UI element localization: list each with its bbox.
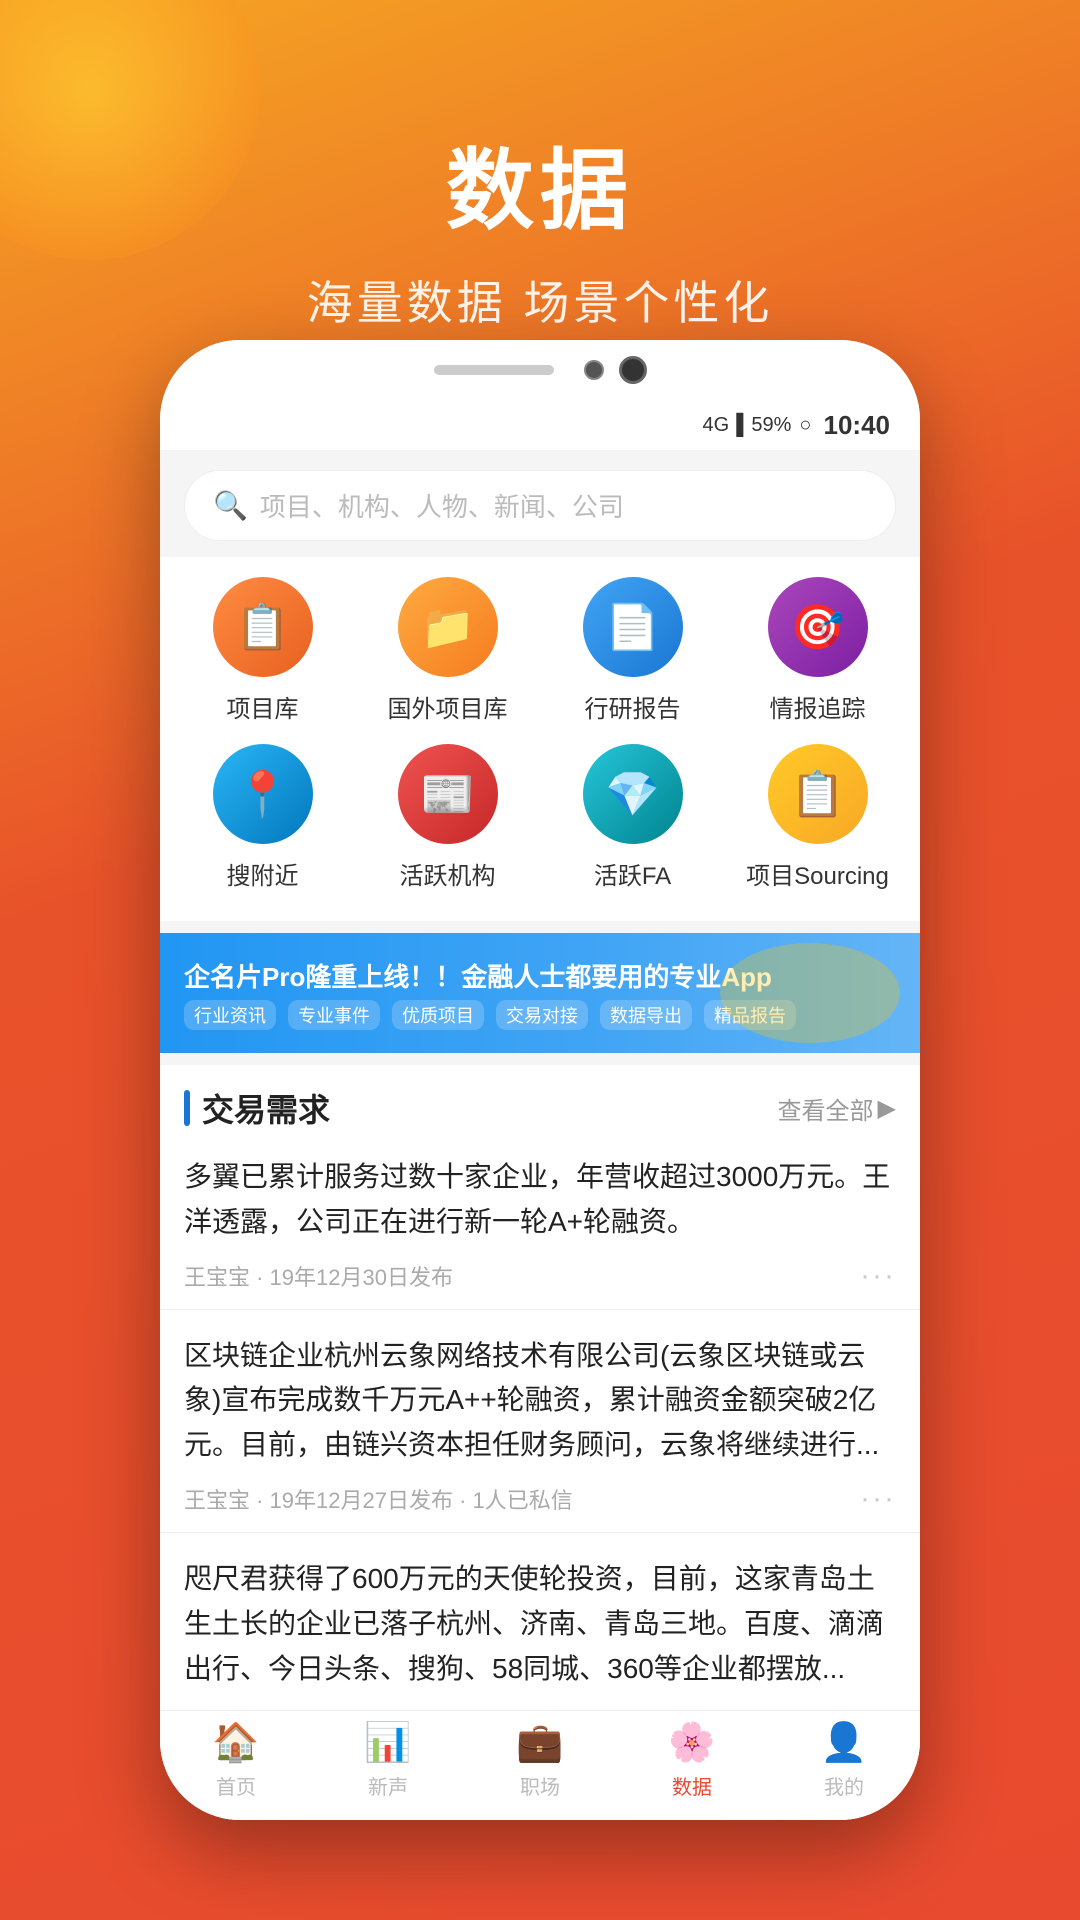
icon-item-nearby[interactable]: 📍 搜附近	[183, 744, 343, 891]
icon-circle-foreign: 📁	[398, 577, 498, 677]
icon-circle-intel: 🎯	[768, 577, 868, 677]
news-text-2: 区块链企业杭州云象网络技术有限公司(云象区块链或云象)宣布完成数千万元A++轮融…	[184, 1334, 896, 1468]
section-title: 交易需求	[202, 1085, 330, 1131]
banner-tag-1: 行业资讯	[184, 1000, 276, 1030]
home-icon: 🏠	[212, 1721, 259, 1765]
icon-item-intel[interactable]: 🎯 情报追踪	[738, 577, 898, 724]
search-bar[interactable]: 🔍 项目、机构、人物、新闻、公司	[184, 470, 896, 541]
icon-label-report: 行研报告	[585, 689, 681, 724]
icon-circle-sourcing: 📋	[768, 744, 868, 844]
news-author-2: 王宝宝 · 19年12月27日发布 · 1人已私信	[184, 1483, 573, 1515]
nav-label-home: 首页	[216, 1771, 256, 1800]
banner-decoration	[720, 943, 900, 1043]
search-placeholder: 项目、机构、人物、新闻、公司	[260, 487, 624, 524]
more-options-2[interactable]: ···	[860, 1482, 896, 1516]
section-header: 交易需求 查看全部 ▶	[160, 1065, 920, 1131]
icon-item-sourcing[interactable]: 📋 项目Sourcing	[738, 744, 898, 891]
nav-label-mine: 我的	[824, 1771, 864, 1800]
banner-tag-5: 数据导出	[600, 1000, 692, 1030]
banner-tag-3: 优质项目	[392, 1000, 484, 1030]
icon-item-active-org[interactable]: 📰 活跃机构	[368, 744, 528, 891]
status-time: 10:40	[824, 410, 891, 441]
phone-content: 🔍 项目、机构、人物、新闻、公司 📋 项目库 📁 国外项目库 📄	[160, 450, 920, 1820]
icon-item-report[interactable]: 📄 行研报告	[553, 577, 713, 724]
page-subtitle: 海量数据 场景个性化	[0, 267, 1080, 333]
icon-label-foreign: 国外项目库	[388, 689, 508, 724]
icon-circle-nearby: 📍	[213, 744, 313, 844]
banner-content: 企名片Pro隆重上线！！金融人士都要用的专业App 行业资讯 专业事件 优质项目…	[184, 957, 796, 1030]
bottom-navigation: 🏠 首页 📊 新声 💼 职场 🌸 数据 👤 我的	[160, 1710, 920, 1820]
icon-circle-active-org: 📰	[398, 744, 498, 844]
banner-main-text: 企名片Pro隆重上线！！金融人士都要用的专业App	[184, 957, 796, 994]
news-meta-1: 王宝宝 · 19年12月30日发布 ···	[184, 1259, 896, 1309]
news-author-1: 王宝宝 · 19年12月30日发布	[184, 1260, 453, 1292]
news-text-1: 多翼已累计服务过数十家企业，年营收超过3000万元。王洋透露，公司正在进行新一轮…	[184, 1155, 896, 1245]
see-all-button[interactable]: 查看全部 ▶	[778, 1091, 896, 1126]
section-bar	[184, 1090, 190, 1126]
xinsheng-icon: 📊	[364, 1721, 411, 1765]
banner-tag-2: 专业事件	[288, 1000, 380, 1030]
icon-item-project[interactable]: 📋 项目库	[183, 577, 343, 724]
icon-label-project: 项目库	[227, 689, 299, 724]
battery-icon: 59%	[751, 414, 791, 437]
icon-label-intel: 情报追踪	[770, 689, 866, 724]
icon-label-nearby: 搜附近	[227, 856, 299, 891]
news-item-1[interactable]: 多翼已累计服务过数十家企业，年营收超过3000万元。王洋透露，公司正在进行新一轮…	[160, 1131, 920, 1310]
banner-tag-4: 交易对接	[496, 1000, 588, 1030]
status-bar: 4G▐ 59% ○ 10:40	[160, 400, 920, 450]
nav-item-zhichang[interactable]: 💼 职场	[516, 1721, 563, 1800]
icon-item-foreign-project[interactable]: 📁 国外项目库	[368, 577, 528, 724]
nav-item-data[interactable]: 🌸 数据	[668, 1721, 715, 1800]
more-options-1[interactable]: ···	[860, 1259, 896, 1293]
icon-circle-report: 📄	[583, 577, 683, 677]
status-icons: 4G▐ 59% ○	[703, 414, 812, 437]
section-title-wrap: 交易需求	[184, 1085, 330, 1131]
nav-label-data: 数据	[672, 1771, 712, 1800]
page-header: 数据 海量数据 场景个性化	[0, 0, 1080, 373]
search-icon: 🔍	[213, 489, 248, 522]
phone-mockup: 4G▐ 59% ○ 10:40 🔍 项目、机构、人物、新闻、公司 📋 项目库	[160, 340, 920, 1820]
icon-item-active-fa[interactable]: 💎 活跃FA	[553, 744, 713, 891]
nav-item-mine[interactable]: 👤 我的	[820, 1721, 867, 1800]
news-text-3: 咫尺君获得了600万元的天使轮投资，目前，这家青岛土生土长的企业已落子杭州、济南…	[184, 1557, 896, 1691]
icon-row-2: 📍 搜附近 📰 活跃机构 💎 活跃FA 📋 项目Sourcing	[170, 744, 910, 891]
nav-label-xinsheng: 新声	[368, 1771, 408, 1800]
icon-label-active-fa: 活跃FA	[594, 856, 671, 891]
icon-row-1: 📋 项目库 📁 国外项目库 📄 行研报告 🎯 情报追踪	[170, 577, 910, 724]
data-icon: 🌸	[668, 1721, 715, 1765]
nav-item-home[interactable]: 🏠 首页	[212, 1721, 259, 1800]
icon-grid: 📋 项目库 📁 国外项目库 📄 行研报告 🎯 情报追踪	[160, 557, 920, 921]
signal-icon: 4G▐	[703, 414, 744, 437]
news-meta-2: 王宝宝 · 19年12月27日发布 · 1人已私信 ···	[184, 1482, 896, 1532]
page-title: 数据	[0, 120, 1080, 247]
icon-label-active-org: 活跃机构	[400, 856, 496, 891]
news-list: 多翼已累计服务过数十家企业，年营收超过3000万元。王洋透露，公司正在进行新一轮…	[160, 1131, 920, 1756]
promo-banner[interactable]: 企名片Pro隆重上线！！金融人士都要用的专业App 行业资讯 专业事件 优质项目…	[160, 933, 920, 1053]
mine-icon: 👤	[820, 1721, 867, 1765]
chevron-right-icon: ▶	[878, 1094, 896, 1123]
battery-ring: ○	[799, 414, 811, 437]
see-all-label: 查看全部	[778, 1091, 874, 1126]
icon-label-sourcing: 项目Sourcing	[746, 856, 889, 891]
icon-circle-project: 📋	[213, 577, 313, 677]
phone-frame: 4G▐ 59% ○ 10:40 🔍 项目、机构、人物、新闻、公司 📋 项目库	[160, 340, 920, 1820]
zhichang-icon: 💼	[516, 1721, 563, 1765]
news-item-2[interactable]: 区块链企业杭州云象网络技术有限公司(云象区块链或云象)宣布完成数千万元A++轮融…	[160, 1310, 920, 1533]
nav-item-xinsheng[interactable]: 📊 新声	[364, 1721, 411, 1800]
icon-circle-active-fa: 💎	[583, 744, 683, 844]
banner-tags: 行业资讯 专业事件 优质项目 交易对接 数据导出 精品报告	[184, 1000, 796, 1030]
nav-label-zhichang: 职场	[520, 1771, 560, 1800]
